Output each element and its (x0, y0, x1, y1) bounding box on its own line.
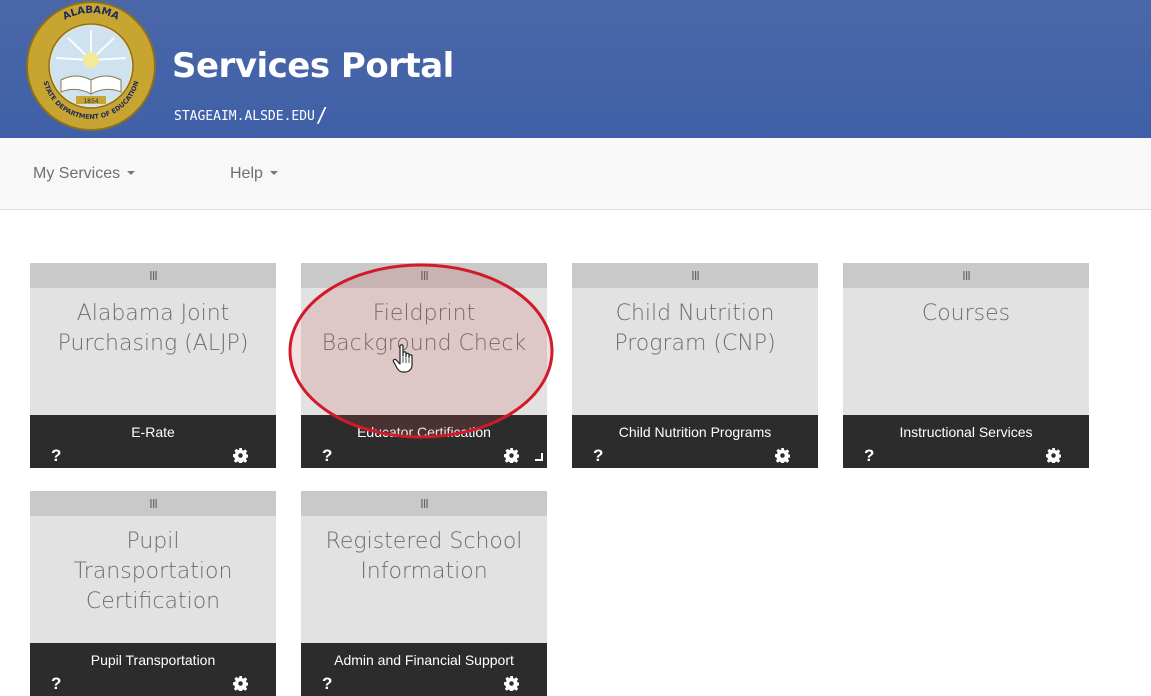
help-icon[interactable]: ? (322, 674, 332, 694)
tile-title-line: Program (CNP) (614, 331, 776, 356)
tile-category-label: E-Rate (131, 424, 175, 440)
gear-icon[interactable] (1046, 448, 1061, 463)
tile-footer: E-Rate ? (30, 415, 276, 468)
tile-drag-handle[interactable]: III (301, 263, 547, 288)
service-tile-cnp[interactable]: III Child Nutrition Program (CNP) Child … (572, 263, 818, 468)
portal-host-slash: / (315, 103, 328, 127)
portal-header: ALABAMA STATE DEPARTMENT OF EDUCATION 18… (0, 0, 1151, 138)
help-icon[interactable]: ? (51, 446, 61, 466)
tile-title-line: Certification (85, 589, 221, 614)
resize-icon[interactable] (535, 453, 543, 461)
portal-title: Services Portal (172, 46, 454, 86)
help-icon[interactable]: ? (51, 674, 61, 694)
gear-icon[interactable] (504, 448, 519, 463)
tile-footer: Admin and Financial Support ? (301, 643, 547, 696)
tile-title-line: Fieldprint (372, 301, 476, 326)
tile-category-label: Educator Certification (357, 424, 491, 440)
help-icon[interactable]: ? (864, 446, 874, 466)
help-icon[interactable]: ? (593, 446, 603, 466)
gear-icon[interactable] (233, 676, 248, 691)
tile-title: Alabama Joint Purchasing (ALJP) (36, 299, 270, 359)
tile-title-line: Background Check (321, 331, 527, 356)
tile-title-line: Information (360, 559, 488, 584)
service-tile-registered-school[interactable]: III Registered School Information Admin … (301, 491, 547, 696)
nav-my-services[interactable]: My Services (33, 165, 136, 183)
tile-title-line: Pupil (126, 529, 180, 554)
tile-title-line: Alabama Joint (76, 301, 230, 326)
tile-category-label: Instructional Services (899, 424, 1033, 440)
tile-footer: Educator Certification ? (301, 415, 547, 468)
main-navbar: My Services Help (0, 138, 1151, 210)
tile-drag-handle[interactable]: III (572, 263, 818, 288)
tile-title-line: Purchasing (ALJP) (57, 331, 249, 356)
caret-down-icon (127, 171, 136, 175)
service-tile-aljp[interactable]: III Alabama Joint Purchasing (ALJP) E-Ra… (30, 263, 276, 468)
tile-title: Fieldprint Background Check (307, 299, 541, 359)
tile-title-line: Courses (921, 301, 1011, 326)
tile-category-label: Pupil Transportation (90, 652, 216, 668)
tile-title: Registered School Information (307, 527, 541, 587)
tile-drag-handle[interactable]: III (30, 491, 276, 516)
service-tile-courses[interactable]: III Courses Instructional Services ? (843, 263, 1089, 468)
tile-title: Child Nutrition Program (CNP) (578, 299, 812, 359)
nav-my-services-label: My Services (33, 165, 121, 182)
tile-drag-handle[interactable]: III (843, 263, 1089, 288)
portal-host-text: STAGEAIM.ALSDE.EDU (174, 109, 315, 124)
service-tile-fieldprint[interactable]: III Fieldprint Background Check Educator… (301, 263, 547, 468)
tile-footer: Pupil Transportation ? (30, 643, 276, 696)
tile-category-label: Admin and Financial Support (334, 652, 514, 668)
tile-drag-handle[interactable]: III (30, 263, 276, 288)
gear-icon[interactable] (504, 676, 519, 691)
portal-host: STAGEAIM.ALSDE.EDU/ (174, 103, 328, 127)
seal-icon: ALABAMA STATE DEPARTMENT OF EDUCATION 18… (26, 1, 156, 131)
tile-title-line: Registered School (325, 529, 523, 554)
tile-drag-handle[interactable]: III (301, 491, 547, 516)
gear-icon[interactable] (775, 448, 790, 463)
state-seal-logo[interactable]: ALABAMA STATE DEPARTMENT OF EDUCATION 18… (18, 0, 164, 132)
tile-title: Pupil Transportation Certification (36, 527, 270, 617)
gear-icon[interactable] (233, 448, 248, 463)
tile-title-line: Child Nutrition (615, 301, 775, 326)
nav-help-label: Help (230, 165, 263, 182)
tile-title: Courses (849, 299, 1083, 329)
tile-footer: Child Nutrition Programs ? (572, 415, 818, 468)
help-icon[interactable]: ? (322, 446, 332, 466)
nav-help[interactable]: Help (230, 165, 278, 183)
caret-down-icon (269, 171, 278, 175)
tile-category-label: Child Nutrition Programs (618, 424, 772, 440)
svg-text:1854: 1854 (83, 98, 98, 105)
tile-title-line: Transportation (73, 559, 233, 584)
tile-footer: Instructional Services ? (843, 415, 1089, 468)
service-tile-pupil-transportation[interactable]: III Pupil Transportation Certification P… (30, 491, 276, 696)
